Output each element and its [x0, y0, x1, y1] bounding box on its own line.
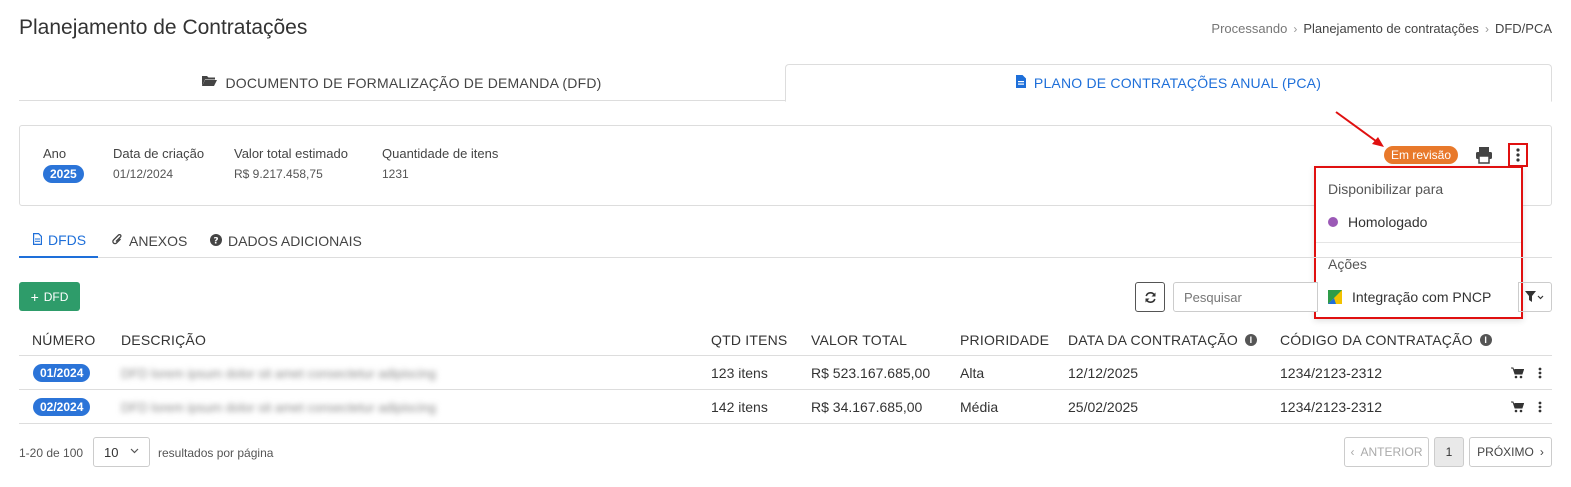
- dropdown-item-pncp-label: Integração com PNCP: [1352, 289, 1492, 305]
- info-ano-label: Ano: [43, 146, 67, 161]
- col-codigo-contratacao-label: CÓDIGO DA CONTRATAÇÃO: [1280, 332, 1473, 348]
- more-options-button[interactable]: [1508, 143, 1528, 167]
- row-codigo: 1234/2123-2312: [1280, 365, 1382, 381]
- tab-dfd-label: DOCUMENTO DE FORMALIZAÇÃO DE DEMANDA (DF…: [225, 74, 602, 91]
- kebab-icon[interactable]: [1538, 367, 1542, 379]
- tab-pca[interactable]: PLANO DE CONTRATAÇÕES ANUAL (PCA): [785, 64, 1552, 102]
- row-descricao: DFD lorem ipsum dolor sit amet consectet…: [121, 399, 437, 415]
- svg-text:?: ?: [213, 236, 218, 246]
- info-data: Data de criação 01/12/2024: [113, 146, 204, 181]
- info-valor-value: R$ 9.217.458,75: [234, 167, 323, 181]
- row-valor: R$ 34.167.685,00: [811, 399, 923, 415]
- chevron-right-icon: ›: [1484, 21, 1489, 36]
- info-valor-label: Valor total estimado: [234, 146, 348, 161]
- status-badge: Em revisão: [1384, 146, 1459, 164]
- folder-open-icon: [202, 75, 218, 90]
- breadcrumb-item-current: DFD/PCA: [1494, 21, 1552, 36]
- previous-page-button[interactable]: ‹ ANTERIOR: [1344, 437, 1429, 467]
- dropdown-header-disponibilizar: Disponibilizar para: [1328, 181, 1444, 197]
- search-input[interactable]: [1173, 282, 1318, 312]
- cart-icon[interactable]: [1511, 401, 1524, 413]
- info-valor: Valor total estimado R$ 9.217.458,75: [234, 146, 348, 181]
- tab-dados-adicionais[interactable]: ? DADOS ADICIONAIS: [210, 224, 362, 258]
- dfd-number-badge[interactable]: 02/2024: [33, 398, 91, 416]
- page-title: Planejamento de Contratações: [19, 16, 308, 39]
- tab-dados-adicionais-label: DADOS ADICIONAIS: [228, 233, 362, 249]
- question-circle-icon: ?: [210, 233, 222, 249]
- chevron-left-icon: ‹: [1350, 445, 1355, 459]
- page-size-select[interactable]: 10: [93, 437, 150, 467]
- cart-icon[interactable]: [1511, 367, 1524, 379]
- info-ano: Ano 2025: [43, 146, 84, 183]
- col-codigo-contratacao: CÓDIGO DA CONTRATAÇÃO i: [1280, 332, 1492, 348]
- tab-anexos[interactable]: ANEXOS: [112, 224, 187, 258]
- plus-icon: +: [30, 288, 39, 305]
- row-data: 25/02/2025: [1068, 399, 1139, 415]
- row-qtd: 123 itens: [711, 365, 768, 381]
- row-descricao: DFD lorem ipsum dolor sit amet consectet…: [121, 365, 437, 381]
- table-row[interactable]: 01/2024 DFD lorem ipsum dolor sit amet c…: [19, 356, 1552, 390]
- next-page-button[interactable]: PRÓXIMO ›: [1469, 437, 1552, 467]
- previous-page-label: ANTERIOR: [1360, 445, 1423, 459]
- refresh-icon: [1144, 291, 1156, 303]
- col-prioridade: PRIORIDADE: [960, 332, 1050, 348]
- breadcrumb-item-processando[interactable]: Processando: [1211, 21, 1287, 36]
- row-prioridade: Alta: [960, 365, 985, 381]
- col-data-contratacao: DATA DA CONTRATAÇÃO i: [1068, 332, 1258, 348]
- row-data: 12/12/2025: [1068, 365, 1139, 381]
- tab-dfds[interactable]: DFDS: [19, 224, 98, 258]
- info-qtd-label: Quantidade de itens: [382, 146, 499, 161]
- page-size-value: 10: [104, 444, 119, 460]
- info-qtd-value: 1231: [382, 167, 409, 181]
- filter-button[interactable]: [1518, 282, 1552, 312]
- dropdown-header-acoes: Ações: [1328, 256, 1367, 272]
- chevron-right-icon: ›: [1293, 21, 1298, 36]
- chevron-down-icon: [130, 448, 139, 454]
- breadcrumb-item-planejamento[interactable]: Planejamento de contratações: [1303, 21, 1479, 36]
- info-icon[interactable]: i: [1479, 334, 1492, 346]
- col-data-contratacao-label: DATA DA CONTRATAÇÃO: [1068, 332, 1239, 348]
- kebab-icon[interactable]: [1538, 401, 1542, 413]
- tab-dfd[interactable]: DOCUMENTO DE FORMALIZAÇÃO DE DEMANDA (DF…: [19, 64, 785, 101]
- file-icon: [1015, 75, 1026, 91]
- row-qtd: 142 itens: [711, 399, 768, 415]
- tab-anexos-label: ANEXOS: [129, 233, 188, 249]
- refresh-button[interactable]: [1135, 282, 1165, 312]
- row-codigo: 1234/2123-2312: [1280, 399, 1382, 415]
- file-text-icon: [33, 232, 42, 248]
- next-page-label: PRÓXIMO: [1477, 445, 1534, 459]
- dfd-number-badge[interactable]: 01/2024: [33, 364, 91, 382]
- filter-icon: [1525, 291, 1544, 302]
- brazil-flag-icon: [1328, 290, 1342, 304]
- annotation-arrow: [1335, 111, 1384, 147]
- main-tabs: DOCUMENTO DE FORMALIZAÇÃO DE DEMANDA (DF…: [19, 64, 1552, 102]
- tab-pca-label: PLANO DE CONTRATAÇÕES ANUAL (PCA): [1033, 75, 1322, 91]
- chevron-right-icon: ›: [1539, 445, 1544, 459]
- col-numero: NÚMERO: [32, 332, 96, 348]
- col-qtd-itens: QTD ITENS: [711, 332, 788, 348]
- sub-tabs: DFDS ANEXOS ? DADOS ADICIONAIS: [19, 224, 1552, 258]
- add-dfd-button[interactable]: + DFD: [19, 282, 80, 311]
- print-icon[interactable]: [1475, 146, 1493, 164]
- row-divider: [19, 423, 1552, 424]
- dropdown-item-pncp[interactable]: Integração com PNCP: [1328, 289, 1491, 305]
- kebab-icon: [1516, 148, 1520, 162]
- info-data-value: 01/12/2024: [113, 167, 174, 181]
- year-badge: 2025: [43, 165, 84, 183]
- per-page-label: resultados por página: [158, 446, 274, 460]
- paperclip-icon: [112, 233, 123, 249]
- row-valor: R$ 523.167.685,00: [811, 365, 931, 381]
- results-count: 1-20 de 100: [19, 446, 84, 460]
- add-dfd-label: DFD: [43, 289, 69, 304]
- info-qtd: Quantidade de itens 1231: [382, 146, 498, 181]
- page-number-button[interactable]: 1: [1434, 437, 1464, 467]
- table-row[interactable]: 02/2024 DFD lorem ipsum dolor sit amet c…: [19, 390, 1552, 424]
- info-data-label: Data de criação: [113, 146, 205, 161]
- breadcrumb: Processando › Planejamento de contrataçõ…: [1211, 21, 1552, 36]
- tab-dfds-label: DFDS: [48, 232, 87, 248]
- col-valor-total: VALOR TOTAL: [811, 332, 908, 348]
- row-prioridade: Média: [960, 399, 999, 415]
- info-icon[interactable]: i: [1245, 334, 1258, 346]
- col-descricao: DESCRIÇÃO: [121, 332, 207, 348]
